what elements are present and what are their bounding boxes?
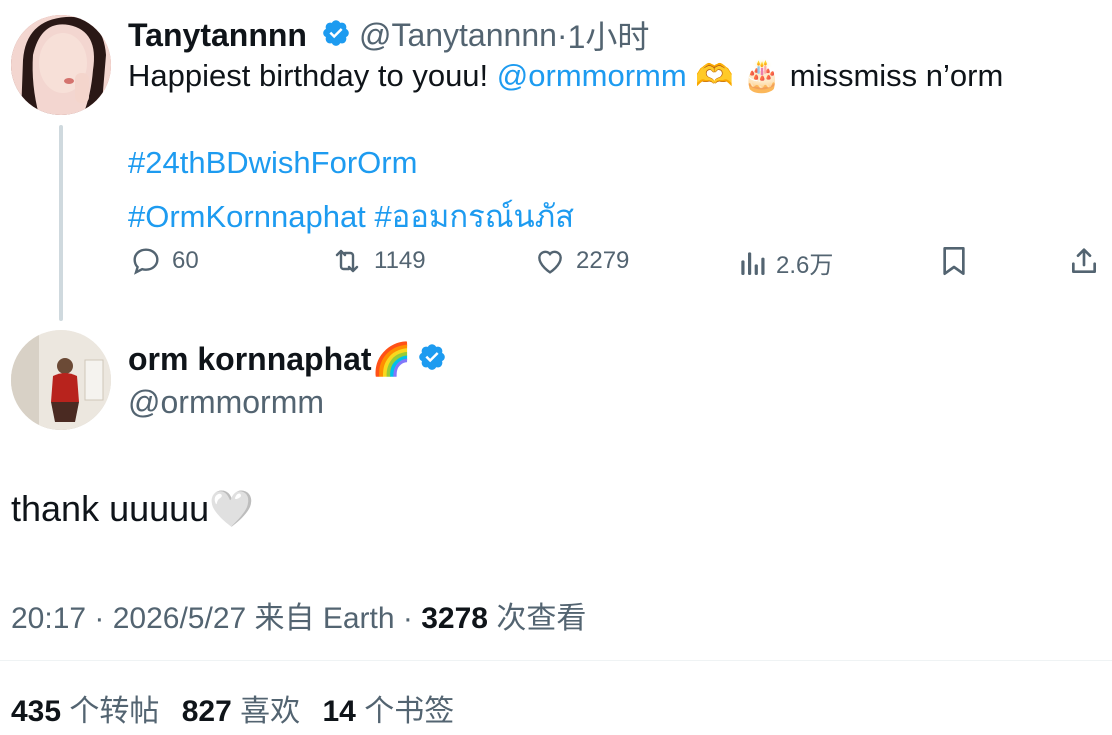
reply-count: 60 [172, 247, 199, 274]
retweet-action[interactable]: 1149 [330, 245, 426, 277]
parent-tweet-header: Tanytannnn @Tanytannnn · 1小时 [128, 12, 649, 58]
hashtag-link[interactable]: #OrmKornnaphat [128, 199, 366, 234]
parent-text-suffix: missmiss n’orm [781, 58, 1004, 93]
divider [0, 660, 1112, 661]
tanytannnn-avatar[interactable] [11, 15, 111, 115]
like-action[interactable]: 2279 [534, 245, 629, 277]
like-count: 2279 [576, 247, 630, 274]
parent-time[interactable]: 1小时 [568, 12, 650, 58]
heart-hands-emoji-icon: 🫶 [695, 58, 734, 94]
retweet-icon [335, 249, 359, 273]
views-action[interactable]: 2.6万 [738, 245, 833, 280]
verified-badge-icon [321, 18, 351, 53]
likes-stat-count: 827 [181, 695, 232, 728]
retweets-stat[interactable]: 435 个转帖 [11, 695, 159, 728]
reply-action[interactable]: 60 [130, 245, 199, 277]
hashtag-line-2: #OrmKornnaphat #ออมกรณ์นภัส [128, 191, 574, 241]
mention-link[interactable]: @ormmormm [497, 58, 687, 93]
white-heart-emoji-icon: 🤍 [209, 489, 255, 530]
bookmarks-stat-label: 个书签 [355, 695, 455, 728]
reply-text-body: thank uuuuu [11, 488, 210, 529]
reply-handle[interactable]: @ormmormm [128, 384, 324, 421]
ormmormm-avatar[interactable] [11, 330, 111, 430]
view-label: 次查看 [487, 602, 587, 635]
heart-icon [538, 250, 562, 274]
header-separator: · [556, 16, 568, 53]
birthday-cake-emoji-icon: 🎂 [742, 58, 782, 94]
view-count: 2.6万 [776, 252, 834, 279]
timestamp[interactable]: 20:17 · 2026/5/27 来自 Earth · [11, 602, 421, 635]
bookmarks-stat[interactable]: 14 个书签 [323, 695, 455, 728]
bookmark-button[interactable] [940, 245, 968, 282]
reply-tweet-header: orm kornnaphat 🌈 [128, 340, 447, 378]
hashtag-link[interactable]: #24thBDwishForOrm [128, 145, 417, 181]
share-upload-icon [1072, 248, 1096, 273]
avatar-portrait-icon [11, 15, 111, 115]
likes-stat[interactable]: 827 喜欢 [182, 695, 300, 728]
reply-display-name[interactable]: orm kornnaphat [128, 341, 372, 378]
bookmark-icon [943, 247, 965, 275]
tweet-meta: 20:17 · 2026/5/27 来自 Earth · 3278 次查看 [11, 593, 586, 637]
hashtag-link[interactable]: #ออมกรณ์นภัส [374, 199, 574, 234]
likes-stat-label: 喜欢 [231, 695, 301, 728]
parent-text-prefix: Happiest birthday to youu! [128, 58, 497, 93]
retweet-count: 1149 [374, 247, 426, 274]
parent-handle[interactable]: @Tanytannnn [359, 17, 557, 54]
avatar-portrait-icon [11, 330, 111, 430]
retweets-stat-label: 个转帖 [61, 695, 160, 728]
reply-tweet-text: thank uuuuu🤍 [11, 488, 254, 530]
reply-bubble-icon [133, 248, 159, 275]
bookmarks-stat-count: 14 [322, 695, 356, 728]
parent-display-name[interactable]: Tanytannnn [128, 17, 307, 54]
view-count-total: 3278 [421, 602, 488, 635]
share-button[interactable] [1068, 245, 1100, 282]
retweets-stat-count: 435 [11, 695, 62, 728]
thread-connector-line [59, 125, 63, 321]
rainbow-emoji-icon: 🌈 [371, 340, 412, 378]
parent-tweet-text: Happiest birthday to youu! @ormmormm 🫶 🎂… [128, 57, 1003, 94]
engagement-stats: 435 个转帖 827 喜欢 14 个书签 [11, 686, 454, 730]
verified-badge-icon [417, 342, 447, 377]
views-bar-chart-icon [741, 251, 765, 275]
